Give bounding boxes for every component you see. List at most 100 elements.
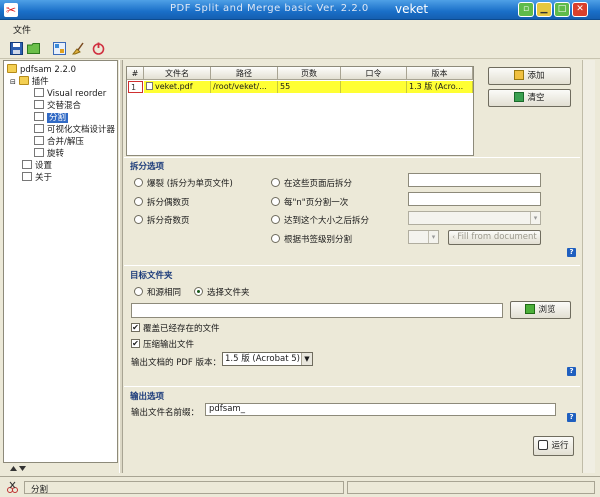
compress-checkbox[interactable]: ✔ bbox=[131, 339, 140, 348]
size-combo[interactable]: ▾ bbox=[408, 211, 541, 225]
window-brand: veket bbox=[395, 2, 429, 16]
run-icon bbox=[538, 440, 549, 450]
clear-button[interactable]: 清空 bbox=[488, 89, 571, 107]
label-compress: 压缩输出文件 bbox=[143, 340, 195, 350]
tree-item-merge-extract[interactable]: 合并/解压 bbox=[34, 136, 84, 148]
table-header-password[interactable]: 口令 bbox=[341, 67, 407, 80]
pdf-file-icon bbox=[146, 82, 153, 90]
overwrite-checkbox[interactable]: ✔ bbox=[131, 323, 140, 332]
label-same-as-source: 和源相同 bbox=[147, 288, 182, 298]
add-button[interactable]: 添加 bbox=[488, 67, 571, 85]
tree-about[interactable]: 关于 bbox=[22, 172, 52, 184]
cell-file: veket.pdf bbox=[144, 81, 211, 93]
radio-same-as-source[interactable] bbox=[134, 287, 143, 296]
status-text-field: 分割 bbox=[24, 481, 344, 495]
tree-item-split[interactable]: 分割 bbox=[34, 112, 69, 124]
save-icon[interactable] bbox=[10, 42, 23, 55]
folder-icon bbox=[7, 64, 17, 73]
table-header-num[interactable]: # bbox=[127, 67, 144, 80]
run-button[interactable]: 运行 bbox=[533, 436, 574, 456]
restore-icon[interactable]: ▫ bbox=[518, 2, 534, 17]
cell-version: 1.3 版 (Acro... bbox=[407, 81, 473, 93]
file-icon bbox=[34, 88, 44, 97]
dest-folder-title: 目标文件夹 bbox=[130, 271, 173, 281]
tree-plugins[interactable]: ⊟ 插件 bbox=[10, 76, 49, 88]
help-icon[interactable]: ? bbox=[567, 248, 576, 257]
help-icon[interactable]: ? bbox=[567, 413, 576, 422]
vertical-scrollbar[interactable] bbox=[582, 60, 595, 473]
add-file-icon bbox=[514, 70, 525, 80]
environment-icon[interactable] bbox=[53, 42, 66, 55]
radio-odd[interactable] bbox=[134, 215, 143, 224]
bookmark-level-combo[interactable]: ▾ bbox=[408, 230, 439, 244]
open-folder-icon[interactable] bbox=[27, 42, 40, 55]
prefix-input[interactable]: pdfsam_ bbox=[205, 403, 556, 416]
label-size: 达到这个大小之后拆分 bbox=[284, 216, 370, 226]
file-icon bbox=[22, 160, 32, 169]
cell-num: 1 bbox=[128, 81, 143, 93]
tree-root[interactable]: pdfsam 2.2.0 bbox=[7, 64, 76, 76]
file-table: # 文件名 路径 页数 口令 版本 1 veket.pdf /root/veke… bbox=[126, 66, 474, 156]
menu-bar: 文件 bbox=[0, 20, 600, 38]
label-bookmarks: 根据书签级别分割 bbox=[284, 235, 353, 245]
minimize-button[interactable]: ▁ bbox=[536, 2, 552, 17]
table-header-path[interactable]: 路径 bbox=[211, 67, 278, 80]
cell-path: /root/veket/... bbox=[211, 81, 278, 93]
radio-burst[interactable] bbox=[134, 178, 143, 187]
label-every-n: 每"n"页分割一次 bbox=[284, 198, 349, 208]
every-n-input[interactable] bbox=[408, 192, 541, 206]
after-pages-input[interactable] bbox=[408, 173, 541, 187]
app-icon: ✂ bbox=[4, 3, 18, 17]
radio-choose-folder[interactable] bbox=[194, 287, 203, 296]
maximize-button[interactable]: □ bbox=[554, 2, 570, 17]
chevron-down-icon: ▾ bbox=[428, 231, 438, 243]
status-progress-field bbox=[347, 481, 595, 494]
radio-even[interactable] bbox=[134, 197, 143, 206]
file-icon bbox=[34, 136, 44, 145]
table-header-version[interactable]: 版本 bbox=[407, 67, 473, 80]
radio-after-pages[interactable] bbox=[271, 178, 280, 187]
dest-folder-input[interactable] bbox=[131, 303, 503, 318]
file-icon bbox=[22, 172, 32, 181]
radio-every-n[interactable] bbox=[271, 197, 280, 206]
fill-from-document-button[interactable]: ‹ Fill from document bbox=[448, 230, 541, 245]
tree-item-rotate[interactable]: 旋转 bbox=[34, 148, 64, 160]
separator bbox=[124, 157, 580, 158]
table-header-pages[interactable]: 页数 bbox=[278, 67, 341, 80]
label-after-pages: 在这些页面后拆分 bbox=[284, 179, 353, 189]
label-choose-folder: 选择文件夹 bbox=[207, 288, 250, 298]
pdf-version-select[interactable]: 1.5 版 (Acrobat 5) ▼ bbox=[222, 352, 313, 366]
clear-brush-icon[interactable] bbox=[71, 42, 84, 55]
prefix-label: 输出文件名前缀： bbox=[131, 408, 200, 418]
file-icon bbox=[34, 100, 44, 109]
window-title: PDF Split and Merge basic Ver. 2.2.0 bbox=[170, 3, 369, 14]
split-options-title: 拆分选项 bbox=[130, 162, 165, 172]
title-bar: ✂ PDF Split and Merge basic Ver. 2.2.0 v… bbox=[0, 0, 600, 20]
label-burst: 爆裂 (拆分为单页文件) bbox=[147, 179, 233, 189]
tree-item-visual-composer[interactable]: 可视化文档设计器 bbox=[34, 124, 115, 136]
file-icon bbox=[34, 112, 44, 121]
chevron-down-icon: ▾ bbox=[530, 212, 540, 224]
help-icon[interactable]: ? bbox=[567, 367, 576, 376]
radio-size[interactable] bbox=[271, 215, 280, 224]
close-button[interactable]: ✕ bbox=[572, 2, 588, 17]
browse-button[interactable]: 浏览 bbox=[510, 301, 571, 319]
status-bar: 分割 bbox=[0, 476, 600, 497]
label-even: 拆分偶数页 bbox=[147, 198, 190, 208]
splitter-arrows-icon[interactable] bbox=[10, 464, 26, 472]
tree-item-alternate-mix[interactable]: 交替混合 bbox=[34, 100, 81, 112]
exit-icon[interactable] bbox=[92, 42, 105, 55]
table-header-file[interactable]: 文件名 bbox=[144, 67, 211, 80]
radio-bookmarks[interactable] bbox=[271, 234, 280, 243]
tree-settings[interactable]: 设置 bbox=[22, 160, 52, 172]
tree-item-visual-reorder[interactable]: Visual reorder bbox=[34, 88, 106, 100]
folder-icon bbox=[525, 304, 536, 314]
folder-open-icon bbox=[18, 76, 29, 85]
collapse-icon: ⊟ bbox=[10, 78, 16, 86]
clear-icon bbox=[514, 92, 525, 102]
file-icon bbox=[34, 124, 44, 133]
separator bbox=[124, 386, 580, 387]
pdf-version-label: 输出文档的 PDF 版本： bbox=[131, 358, 221, 368]
tree-splitter[interactable] bbox=[3, 463, 118, 473]
menu-file[interactable]: 文件 bbox=[13, 23, 31, 36]
